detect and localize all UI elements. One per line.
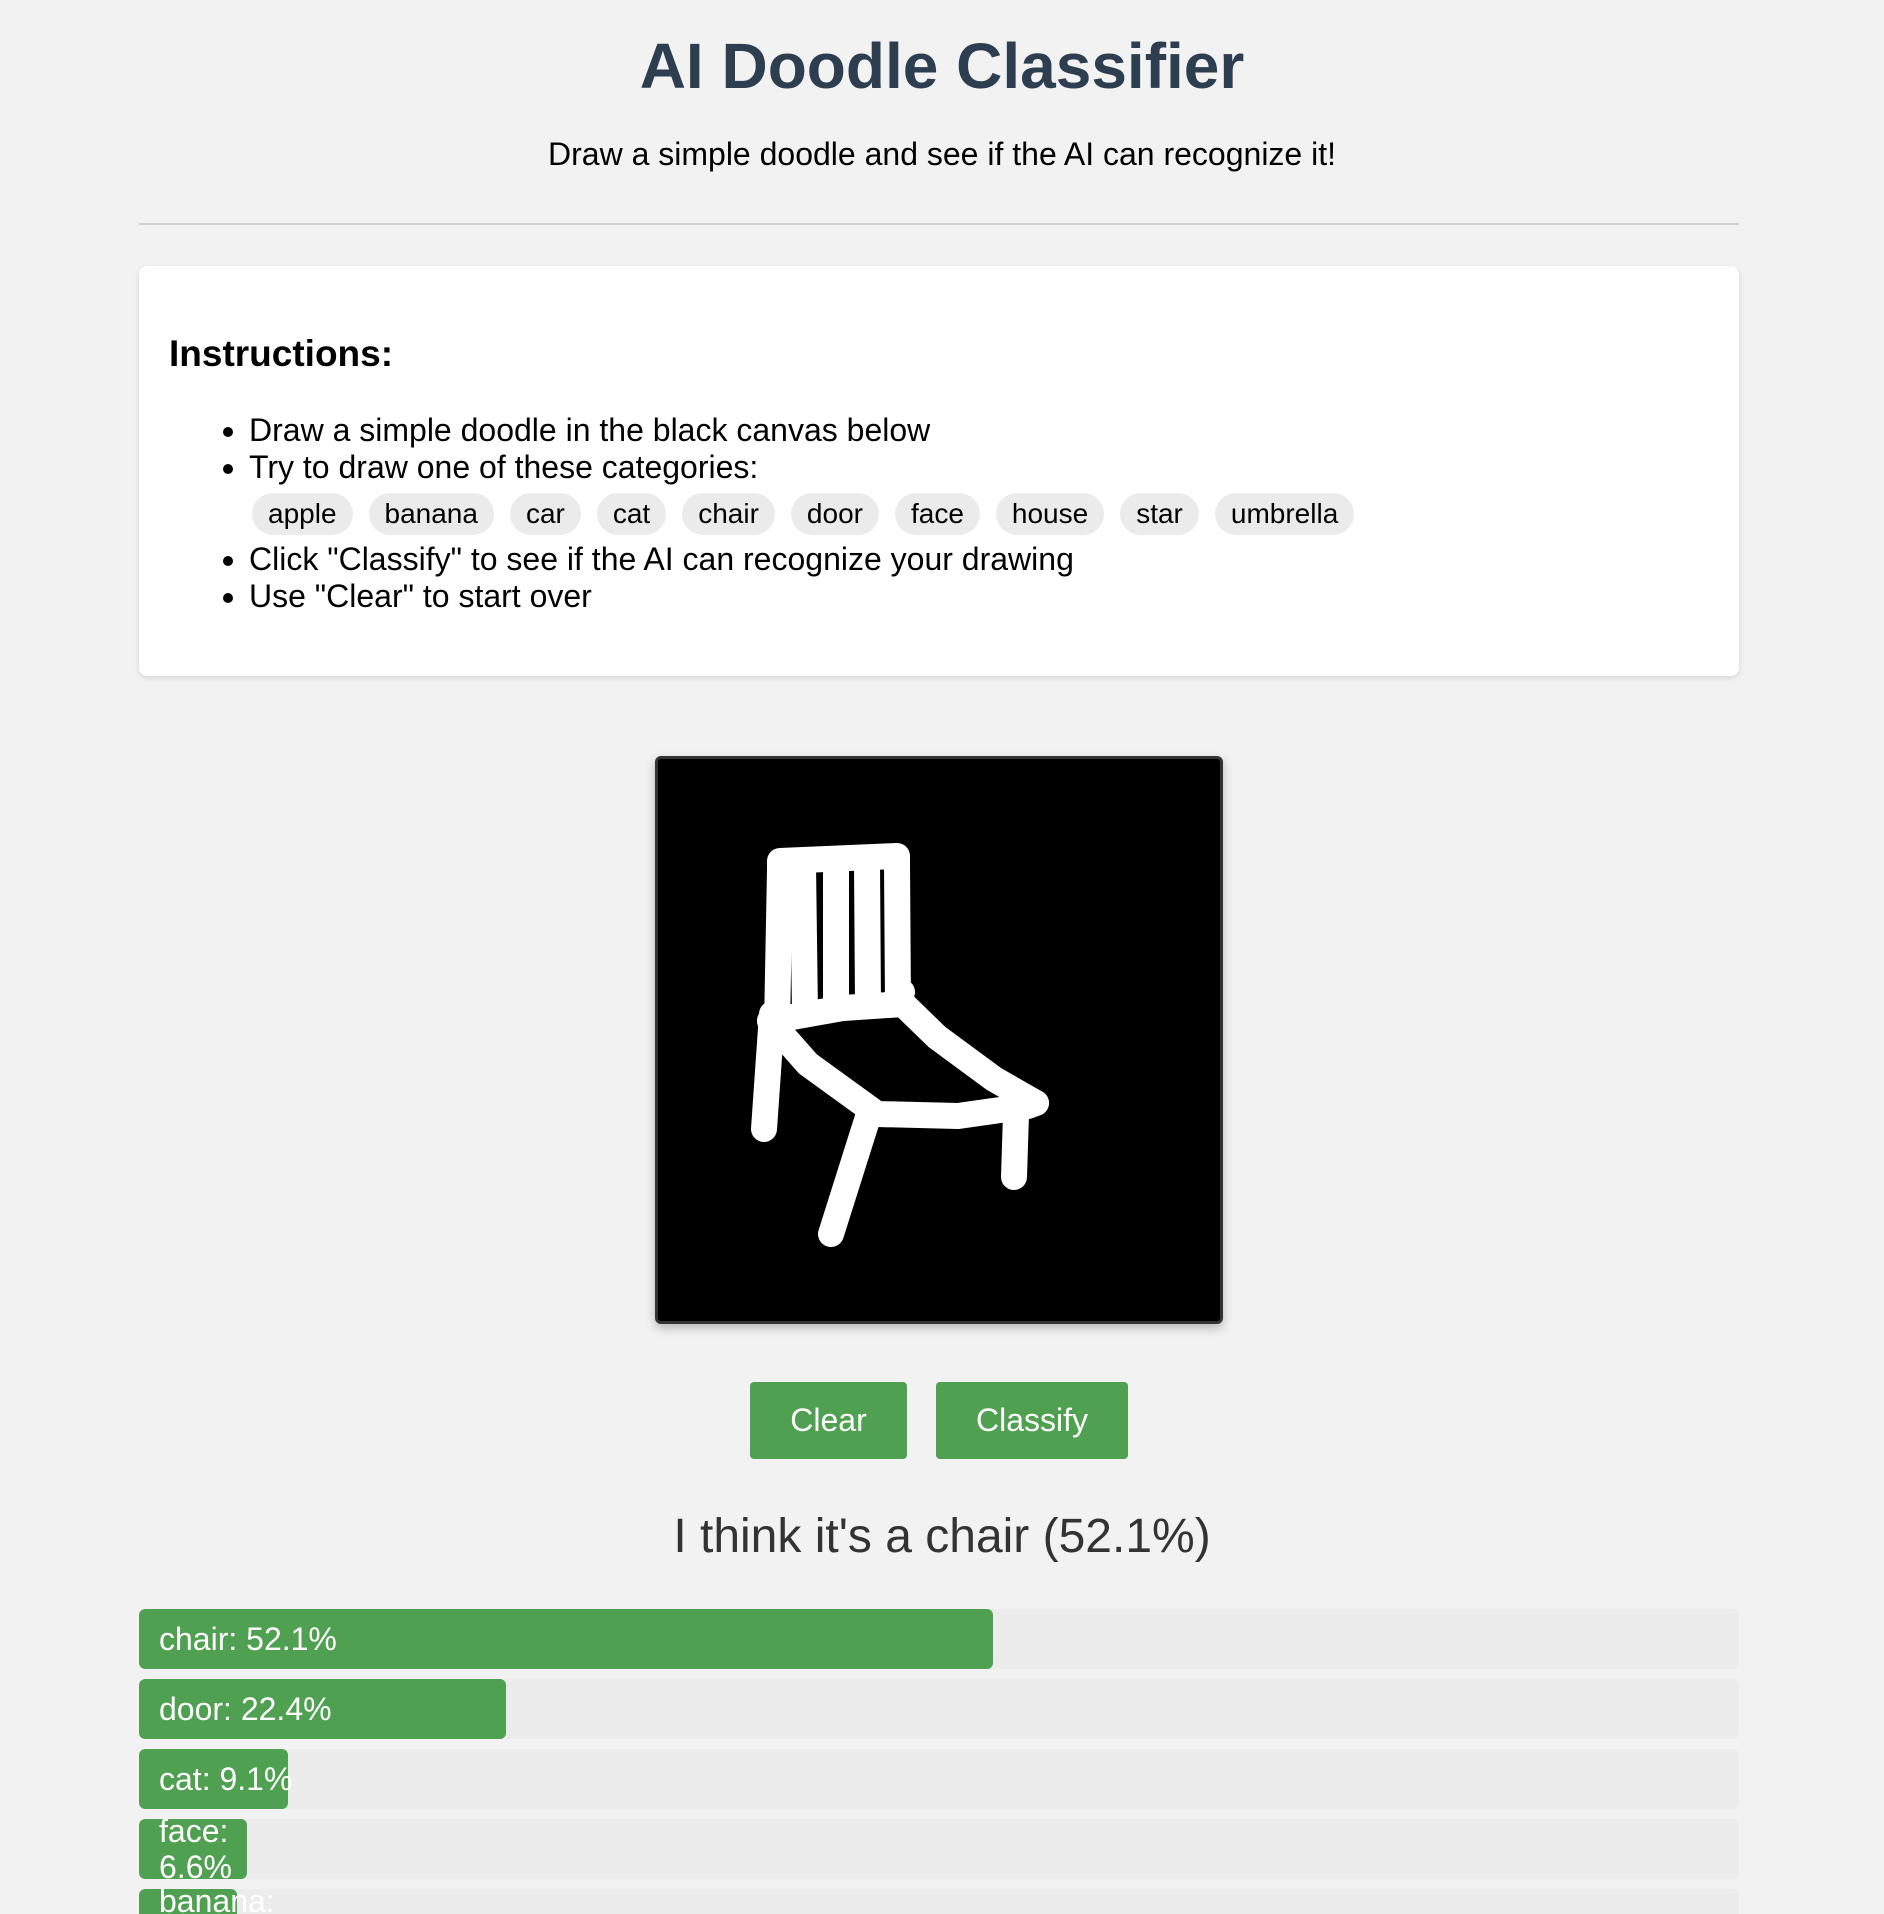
prediction-bar-label: cat: 9.1% [159, 1761, 293, 1797]
category-tag-cat: cat [596, 493, 667, 535]
prediction-result: I think it's a chair (52.1%) [673, 1510, 1211, 1563]
divider [139, 223, 1739, 225]
prediction-bar-banana: banana: [139, 1889, 1739, 1914]
instructions-panel: Instructions: Draw a simple doodle in th… [139, 266, 1739, 676]
instruction-item: Click "Classify" to see if the AI can re… [249, 541, 1709, 578]
prediction-bar-label: banana: [159, 1889, 275, 1914]
category-tag-apple: apple [252, 493, 353, 535]
category-tag-banana: banana [368, 493, 494, 535]
instruction-item: Draw a simple doodle in the black canvas… [249, 412, 1709, 449]
classify-button[interactable]: Classify [936, 1382, 1128, 1459]
instruction-item: Use "Clear" to start over [249, 578, 1709, 615]
category-tags: apple banana car cat chair door face hou… [252, 493, 1709, 535]
prediction-bar-face: face: 6.6% [139, 1819, 1739, 1879]
page-subtitle: Draw a simple doodle and see if the AI c… [548, 136, 1336, 172]
category-tag-face: face [894, 493, 980, 535]
instruction-item: Try to draw one of these categories: app… [249, 449, 1709, 535]
prediction-bar-door: door: 22.4% [139, 1679, 1739, 1739]
page: AI Doodle Classifier Draw a simple doodl… [0, 0, 1884, 1914]
chair-doodle [751, 843, 1049, 1247]
category-tag-car: car [509, 493, 581, 535]
instructions-heading: Instructions: [169, 333, 394, 374]
prediction-bar-label: door: 22.4% [159, 1691, 332, 1727]
prediction-bar-label: face: 6.6% [159, 1819, 232, 1879]
prediction-bar-cat: cat: 9.1% [139, 1749, 1739, 1809]
category-tag-door: door [790, 493, 879, 535]
page-title: AI Doodle Classifier [639, 30, 1245, 102]
category-tag-umbrella: umbrella [1214, 493, 1355, 535]
prediction-bar-label: chair: 52.1% [159, 1621, 337, 1657]
instructions-list: Draw a simple doodle in the black canvas… [249, 412, 1709, 615]
prediction-bar-chair: chair: 52.1% [139, 1609, 1739, 1669]
clear-button[interactable]: Clear [750, 1382, 907, 1459]
category-tag-star: star [1120, 493, 1199, 535]
prediction-bars: chair: 52.1% door: 22.4% cat: 9.1% face:… [139, 1609, 1739, 1914]
instruction-text: Try to draw one of these categories: [249, 449, 759, 485]
category-tag-chair: chair [682, 493, 775, 535]
drawing-canvas[interactable] [655, 756, 1223, 1324]
category-tag-house: house [995, 493, 1105, 535]
